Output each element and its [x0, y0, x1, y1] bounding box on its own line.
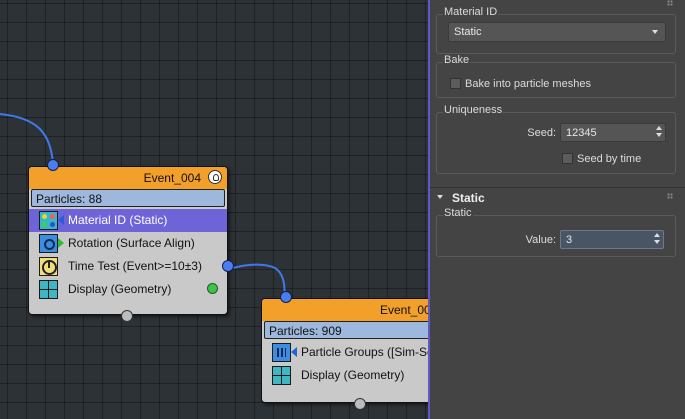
- operator-display[interactable]: Display (Geometry): [29, 278, 227, 301]
- wire-incoming: [0, 113, 54, 164]
- parameters-panel: Material ID Static Bake Bake into partic…: [428, 0, 685, 419]
- arrow-flag-icon: [291, 347, 297, 357]
- seed-label: Seed:: [527, 127, 556, 139]
- particle-groups-icon: [272, 343, 291, 362]
- chevron-down-icon: [652, 30, 658, 34]
- group-title: Bake: [443, 54, 471, 66]
- bake-checkbox[interactable]: [450, 78, 461, 89]
- seed-spinner[interactable]: 12345: [560, 123, 666, 142]
- rollout-grip-icon[interactable]: [667, 193, 673, 199]
- node-header[interactable]: Event_004: [29, 167, 227, 189]
- spinner-arrows-icon[interactable]: [656, 126, 662, 138]
- chevron-down-icon: [437, 195, 443, 199]
- value-label: Value:: [525, 234, 556, 246]
- particle-view-canvas[interactable]: Event_004 Particles: 88 Material ID (Sta…: [0, 0, 428, 419]
- spinner-arrows-icon[interactable]: [654, 233, 660, 245]
- operator-list: Particle Groups ([Sim-Se Display (Geomet…: [262, 339, 428, 387]
- node-output-port[interactable]: [121, 310, 133, 322]
- node-title: Event_004: [143, 171, 201, 185]
- static-rollout-header[interactable]: Static: [430, 187, 685, 208]
- value-spinner[interactable]: 3: [560, 230, 664, 249]
- operator-particle-groups[interactable]: Particle Groups ([Sim-Se: [262, 341, 428, 364]
- operator-label: Display (Geometry): [68, 282, 172, 296]
- group-title: Uniqueness: [443, 104, 504, 116]
- operator-list: Material ID (Static) Rotation (Surface A…: [29, 207, 234, 301]
- operator-label: Rotation (Surface Align): [68, 236, 195, 250]
- display-icon: [272, 366, 291, 385]
- node-title: Event_00: [380, 303, 428, 317]
- event-node-2[interactable]: Event_00 Particles: 909 Particle Groups …: [261, 291, 428, 410]
- display-color-swatch[interactable]: [207, 283, 218, 294]
- event-node-1[interactable]: Event_004 Particles: 88 Material ID (Sta…: [28, 159, 234, 322]
- bake-checkbox-label: Bake into particle meshes: [465, 78, 591, 90]
- operator-display[interactable]: Display (Geometry): [262, 364, 428, 387]
- node-input-port[interactable]: [280, 291, 292, 303]
- material-id-dropdown[interactable]: Static: [448, 22, 666, 42]
- seed-value: 12345: [566, 127, 597, 139]
- rotation-icon: [39, 234, 58, 253]
- operator-rotation[interactable]: Rotation (Surface Align): [29, 232, 227, 255]
- operator-label: Display (Geometry): [301, 368, 405, 382]
- material-id-icon: [39, 211, 58, 230]
- operator-label: Material ID (Static): [68, 213, 168, 227]
- lightbulb-icon[interactable]: [208, 170, 222, 184]
- group-title: Static: [443, 207, 473, 219]
- particles-count: Particles: 909: [264, 321, 428, 339]
- node-input-port[interactable]: [47, 159, 59, 171]
- operator-label: Particle Groups ([Sim-Se: [301, 345, 428, 359]
- wire-event-link: [226, 263, 286, 297]
- clock-icon: [39, 257, 58, 276]
- node-output-port[interactable]: [354, 398, 366, 410]
- test-output-port[interactable]: [222, 260, 234, 272]
- panel-grip-icon[interactable]: [667, 0, 673, 6]
- dropdown-value: Static: [454, 26, 482, 38]
- arrow-flag-icon: [58, 215, 64, 225]
- operator-time-test[interactable]: Time Test (Event>=10±3): [29, 255, 234, 278]
- arrow-flag-icon: [58, 238, 64, 248]
- seed-by-time-checkbox[interactable]: [562, 153, 573, 164]
- particles-count: Particles: 88: [31, 189, 225, 207]
- static-value: 3: [566, 234, 573, 246]
- operator-material-id[interactable]: Material ID (Static): [29, 209, 227, 232]
- display-icon: [39, 280, 58, 299]
- group-title: Material ID: [443, 6, 499, 18]
- rollout-title: Static: [452, 191, 485, 205]
- operator-label: Time Test (Event>=10±3): [68, 259, 202, 273]
- seed-by-time-label: Seed by time: [577, 153, 642, 165]
